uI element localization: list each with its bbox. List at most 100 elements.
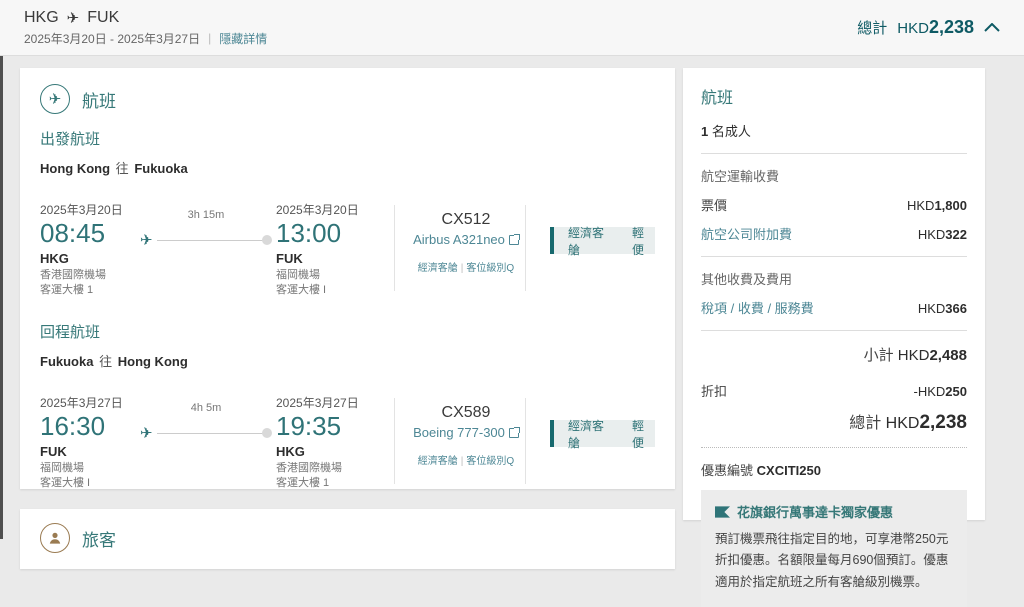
plane-icon: ✈	[140, 232, 153, 249]
discount-amount: -HKD250	[913, 384, 967, 399]
leg-date: 2025年3月20日	[40, 203, 123, 217]
passenger-count: 1 名成人	[701, 124, 751, 139]
person-icon	[49, 532, 61, 544]
return-route: Fukuoka 往 Hong Kong	[40, 351, 655, 370]
viewport-edge	[0, 56, 3, 539]
duration-endpoint-dot	[262, 235, 272, 245]
external-link-icon	[508, 233, 520, 245]
leg-time: 19:35	[276, 411, 342, 441]
departure-flight-info: CX512 Airbus A321neo 經濟客艙 | 客位級別Q	[407, 201, 525, 301]
return-destination-block: 2025年3月27日 19:35 HKG 香港國際機場 客運大樓 1	[276, 394, 394, 494]
cabin-label: 經濟客艙	[568, 225, 605, 257]
duration-line: ✈	[140, 424, 272, 442]
leg-airport-code: HKG	[40, 250, 69, 266]
duration-widget: 4h 5m ✈	[140, 394, 272, 494]
subtotal-row: 小計 HKD2,488	[701, 344, 967, 365]
promo-code-value: CXCITI250	[756, 463, 821, 478]
external-link-icon	[508, 426, 520, 438]
cabin-class-line: 經濟客艙 | 客位級別Q	[417, 456, 515, 467]
promo-code-label: 優惠編號	[701, 463, 754, 478]
cabin-box-wrap: 經濟客艙 輕便	[538, 201, 655, 301]
departure-leg-row: 2025年3月20日 08:45 HKG 香港國際機場 客運大樓 1 3h 15…	[40, 201, 655, 301]
promo-offer-title-row: 花旗銀行萬事達卡獨家優惠	[715, 502, 953, 521]
discount-row: 折扣 -HKD250	[701, 381, 967, 400]
duration-label: 3h 15m	[187, 209, 225, 221]
departure-origin-block: 2025年3月20日 08:45 HKG 香港國際機場 客運大樓 1	[40, 201, 140, 301]
divider	[394, 205, 395, 291]
air-charges-label: 航空運輸收費	[701, 169, 780, 184]
chevron-up-icon[interactable]	[984, 23, 1000, 32]
origin-code: HKG	[24, 8, 59, 26]
route-to: Hong Kong	[117, 354, 188, 369]
subtotal-amount: HKD2,488	[897, 347, 967, 364]
trip-date-range: 2025年3月20日 - 2025年3月27日	[24, 31, 201, 46]
taxes-link[interactable]: 稅項 / 收費 / 服務費	[701, 298, 814, 317]
duration-line: ✈	[140, 231, 272, 249]
aircraft-name: Airbus A321neo	[413, 232, 505, 247]
departure-route: Hong Kong 往 Fukuoka	[40, 158, 655, 177]
return-leg-row: 2025年3月27日 16:30 FUK 福岡機場 客運大樓 I 4h 5m ✈…	[40, 394, 655, 494]
flights-card: ✈ 航班 出發航班 Hong Kong 往 Fukuoka 2025年3月20日…	[20, 68, 675, 489]
leg-airport-name: 福岡機場 客運大樓 I	[276, 268, 327, 296]
divider	[701, 447, 967, 448]
divider: |	[208, 31, 212, 45]
leg-airport-code: HKG	[276, 443, 305, 459]
taxes-amount: HKD366	[917, 301, 967, 316]
promo-code-row: 優惠編號 CXCITI250	[701, 460, 967, 479]
fare-label: 輕便	[632, 418, 645, 450]
flight-number: CX512	[441, 211, 491, 228]
trip-route: HKG ✈ FUK	[24, 9, 267, 27]
return-origin-block: 2025年3月27日 16:30 FUK 福岡機場 客運大樓 I	[40, 394, 140, 494]
fare-type-badge: 經濟客艙 輕便	[550, 419, 655, 450]
passengers-section-header: 旅客	[40, 523, 655, 553]
total-amount: HKD2,238	[885, 412, 967, 433]
promo-flag-icon	[715, 505, 730, 518]
fare-amount: HKD1,800	[907, 198, 967, 213]
aircraft-link[interactable]: Airbus A321neo	[413, 232, 520, 247]
fare-label: 輕便	[632, 225, 645, 257]
leg-airport-code: FUK	[40, 443, 67, 459]
surcharge-amount: HKD322	[917, 227, 967, 242]
passengers-card: 旅客	[20, 509, 675, 569]
route-to-word: 往	[99, 354, 113, 369]
taxes-row: 稅項 / 收費 / 服務費 HKD366	[701, 298, 967, 317]
leg-airport-name: 香港國際機場 客運大樓 1	[276, 461, 342, 489]
leg-time: 16:30	[40, 411, 106, 441]
leg-time: 13:00	[276, 218, 342, 248]
divider	[701, 330, 967, 331]
divider	[701, 153, 967, 154]
duration-track	[156, 239, 263, 241]
trip-dates-row: 2025年3月20日 - 2025年3月27日 | 隱藏詳情	[24, 30, 267, 47]
plane-icon: ✈	[66, 9, 80, 27]
leg-airport-code: FUK	[276, 250, 303, 266]
price-summary-card: 航班 1 名成人 航空運輸收費 票價 HKD1,800 航空公司附加費 HKD3…	[683, 68, 985, 607]
divider	[394, 398, 395, 484]
aircraft-link[interactable]: Boeing 777-300	[413, 425, 520, 440]
total-currency: HKD	[897, 20, 929, 37]
divider	[525, 398, 526, 484]
fare-row: 票價 HKD1,800	[701, 195, 967, 214]
total-amount: HKD2,238	[897, 17, 974, 38]
divider	[701, 256, 967, 257]
passengers-card-title: 旅客	[82, 530, 116, 550]
flights-section-header: ✈ 航班	[40, 84, 655, 114]
destination-code: FUK	[87, 8, 120, 26]
total-label: 總計	[849, 415, 882, 432]
fare-label: 票價	[701, 198, 728, 213]
duration-endpoint-dot	[262, 428, 272, 438]
plane-icon: ✈	[140, 425, 153, 442]
surcharge-row: 航空公司附加費 HKD322	[701, 224, 967, 243]
cabin-class-line: 經濟客艙 | 客位級別Q	[417, 263, 515, 274]
duration-widget: 3h 15m ✈	[140, 201, 272, 301]
subtotal-label: 小計	[863, 347, 894, 364]
hide-details-link[interactable]: 隱藏詳情	[219, 30, 267, 47]
duration-track	[156, 432, 263, 434]
total-collapse-toggle[interactable]: 總計 HKD2,238	[857, 17, 1000, 38]
leg-date: 2025年3月20日	[276, 203, 359, 217]
leg-airport-name: 香港國際機場 客運大樓 1	[40, 268, 106, 296]
cabin-label: 經濟客艙	[568, 418, 605, 450]
summary-title: 航班	[701, 90, 734, 107]
surcharge-link[interactable]: 航空公司附加費	[701, 224, 792, 243]
divider	[525, 205, 526, 291]
route-from: Fukuoka	[40, 354, 94, 369]
